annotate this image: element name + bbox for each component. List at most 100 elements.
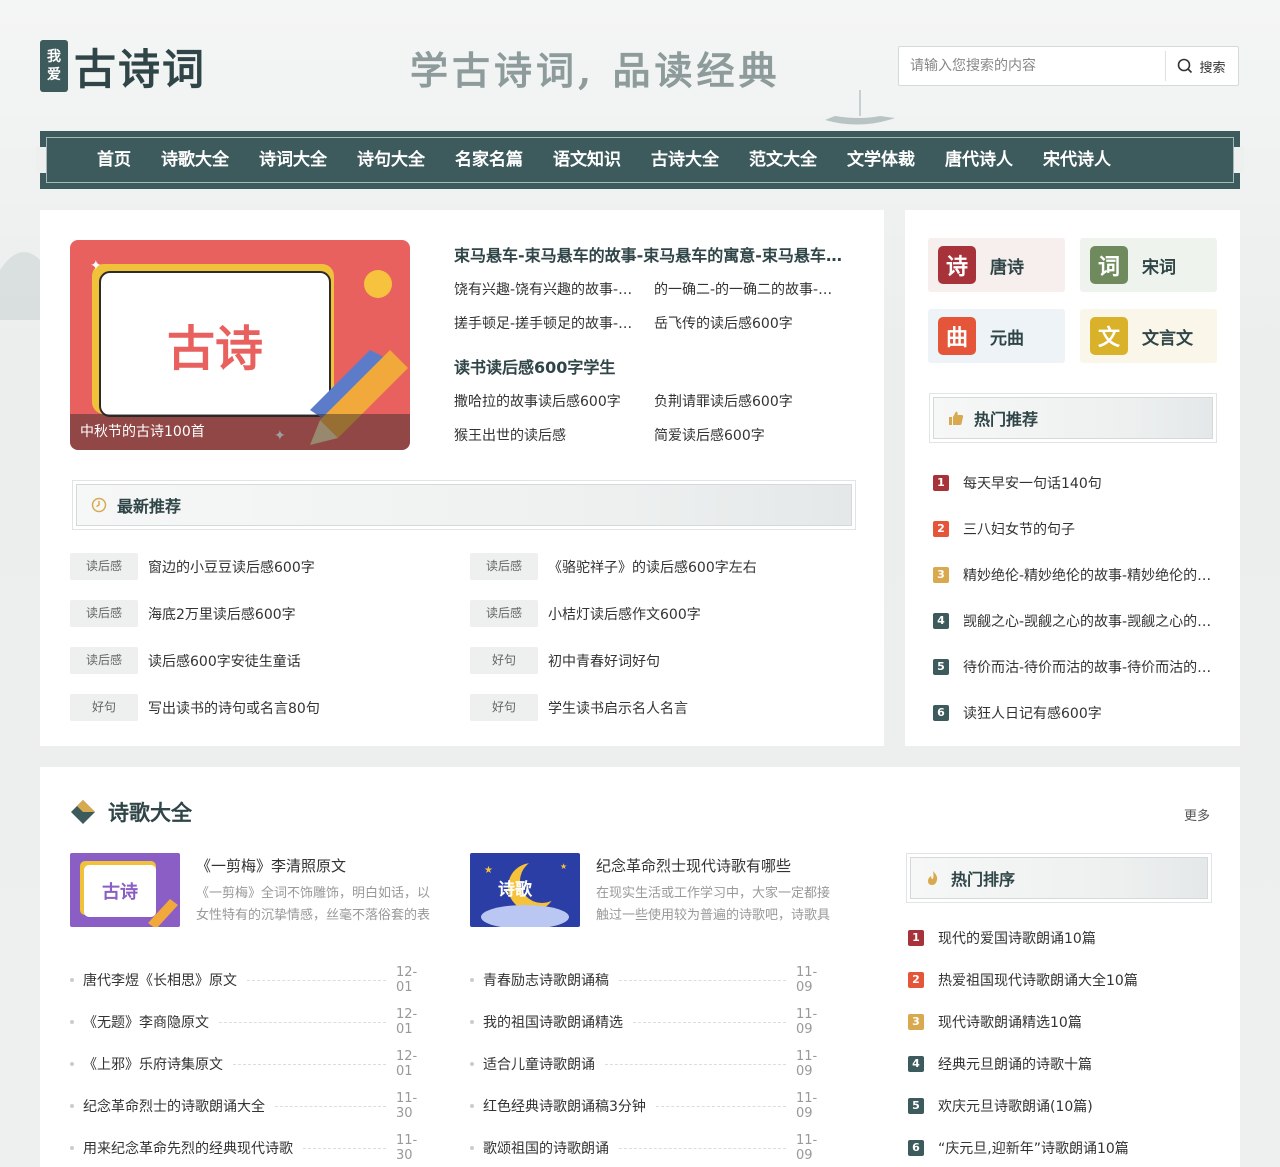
list-item[interactable]: 适合儿童诗歌朗诵 11-09 [470,1043,832,1085]
rank-item[interactable]: 2 热爱祖国现代诗歌朗诵大全10篇 [908,959,1208,1001]
latest-item[interactable]: 读后感 《骆驼祥子》的读后感600字左右 [470,553,870,580]
latest-tag[interactable]: 读后感 [470,600,538,627]
poetry-card-title[interactable]: 《一剪梅》李清照原文 [196,855,346,876]
latest-tag[interactable]: 读后感 [70,647,138,674]
nav-item-ancient[interactable]: 古诗大全 [651,131,749,189]
hot-link[interactable]: 三八妇女节的句子 [963,519,1075,539]
rank-item[interactable]: 6 “庆元旦,迎新年”诗歌朗诵10篇 [908,1127,1208,1167]
rank-item[interactable]: 5 欢庆元旦诗歌朗诵(10篇) [908,1085,1208,1127]
hot-item[interactable]: 4 觊觎之心-觊觎之心的故事-觊觎之心的寓意 [933,598,1213,644]
list-link[interactable]: 唐代李煜《长相思》原文 [83,970,237,990]
nav-item-poetry[interactable]: 诗歌大全 [161,131,259,189]
category-tang[interactable]: 诗 唐诗 [928,238,1065,292]
rank-item[interactable]: 4 经典元旦朗诵的诗歌十篇 [908,1043,1208,1085]
latest-item[interactable]: 读后感 读后感600字安徒生童话 [70,647,470,674]
latest-tag[interactable]: 读后感 [70,600,138,627]
nav-item-verses[interactable]: 诗句大全 [357,131,455,189]
hot-link[interactable]: 读狂人日记有感600字 [963,703,1102,723]
featured-caption[interactable]: 中秋节的古诗100首 [70,414,410,450]
list-item[interactable]: 歌颂祖国的诗歌朗诵 11-09 [470,1127,832,1167]
list-item[interactable]: 我的祖国诗歌朗诵精选 11-09 [470,1001,832,1043]
poetry-more-link[interactable]: 更多 [1184,805,1210,824]
latest-link[interactable]: 初中青春好词好句 [548,651,660,671]
hot-item[interactable]: 5 待价而沽-待价而沽的故事-待价而沽的寓意 [933,644,1213,690]
latest-tag[interactable]: 读后感 [470,553,538,580]
category-classical[interactable]: 文 文言文 [1080,309,1217,363]
list-link[interactable]: 纪念革命烈士的诗歌朗诵大全 [83,1096,265,1116]
featured-link[interactable]: 饶有兴趣-饶有兴趣的故事-饶有兴趣的寓意 [454,279,654,299]
rank-link[interactable]: 经典元旦朗诵的诗歌十篇 [938,1054,1092,1074]
featured-link[interactable]: 搓手顿足-搓手顿足的故事-搓手顿足的寓意 [454,313,654,333]
nav-item-chinese[interactable]: 语文知识 [553,131,651,189]
latest-item[interactable]: 好句 初中青春好词好句 [470,647,870,674]
nav-item-masters[interactable]: 名家名篇 [455,131,553,189]
featured-link[interactable]: 简爱读后感600字 [654,425,854,445]
poetry-card-thumbnail[interactable]: 古诗 [70,853,180,927]
latest-tag[interactable]: 读后感 [70,553,138,580]
rank-link[interactable]: 现代的爱国诗歌朗诵10篇 [938,928,1096,948]
list-item[interactable]: 唐代李煜《长相思》原文 12-01 [70,959,432,1001]
nav-item-home[interactable]: 首页 [97,131,161,189]
list-link[interactable]: 《无题》李商隐原文 [83,1012,209,1032]
latest-item[interactable]: 好句 学生读书启示名人名言 [470,694,870,721]
hot-item[interactable]: 3 精妙绝伦-精妙绝伦的故事-精妙绝伦的寓意 [933,552,1213,598]
latest-item[interactable]: 读后感 海底2万里读后感600字 [70,600,470,627]
rank-link[interactable]: 热爱祖国现代诗歌朗诵大全10篇 [938,970,1138,990]
list-link[interactable]: 青春励志诗歌朗诵稿 [483,970,609,990]
search-input[interactable] [899,47,1165,85]
latest-item[interactable]: 读后感 小桔灯读后感作文600字 [470,600,870,627]
hot-link[interactable]: 每天早安一句话140句 [963,473,1102,493]
list-item[interactable]: 《上邪》乐府诗集原文 12-01 [70,1043,432,1085]
list-item[interactable]: 用来纪念革命先烈的经典现代诗歌 11-30 [70,1127,432,1167]
rank-link[interactable]: “庆元旦,迎新年”诗歌朗诵10篇 [938,1138,1129,1158]
list-item[interactable]: 纪念革命烈士的诗歌朗诵大全 11-30 [70,1085,432,1127]
list-link[interactable]: 《上邪》乐府诗集原文 [83,1054,223,1074]
latest-item[interactable]: 好句 写出读书的诗句或名言80句 [70,694,470,721]
latest-link[interactable]: 小桔灯读后感作文600字 [548,604,701,624]
nav-item-genres[interactable]: 文学体裁 [847,131,945,189]
hot-item[interactable]: 2 三八妇女节的句子 [933,506,1213,552]
latest-link[interactable]: 窗边的小豆豆读后感600字 [148,557,315,577]
latest-tag[interactable]: 好句 [70,694,138,721]
poetry-card-title[interactable]: 纪念革命烈士现代诗歌有哪些 [596,855,791,876]
nav-item-tang-poets[interactable]: 唐代诗人 [945,131,1043,189]
featured-link[interactable]: 撒哈拉的故事读后感600字 [454,391,654,411]
latest-link[interactable]: 写出读书的诗句或名言80句 [148,698,320,718]
list-item[interactable]: 《无题》李商隐原文 12-01 [70,1001,432,1043]
rank-item[interactable]: 1 现代的爱国诗歌朗诵10篇 [908,917,1208,959]
featured-link[interactable]: 负荆请罪读后感600字 [654,391,854,411]
latest-link[interactable]: 读后感600字安徒生童话 [148,651,301,671]
featured-link[interactable]: 的一确二-的一确二的故事-的一确二的寓意 [654,279,854,299]
nav-item-essays[interactable]: 范文大全 [749,131,847,189]
list-link[interactable]: 我的祖国诗歌朗诵精选 [483,1012,623,1032]
site-logo[interactable]: 我 爱 古诗词 [40,40,206,94]
list-item[interactable]: 青春励志诗歌朗诵稿 11-09 [470,959,832,1001]
category-song[interactable]: 词 宋词 [1080,238,1217,292]
list-link[interactable]: 适合儿童诗歌朗诵 [483,1054,595,1074]
list-link[interactable]: 歌颂祖国的诗歌朗诵 [483,1138,609,1158]
hot-link[interactable]: 觊觎之心-觊觎之心的故事-觊觎之心的寓意 [963,611,1213,631]
featured-title-2[interactable]: 读书读后感600字学生 [454,354,854,380]
rank-item[interactable]: 3 现代诗歌朗诵精选10篇 [908,1001,1208,1043]
nav-item-song-poets[interactable]: 宋代诗人 [1043,131,1141,189]
hot-link[interactable]: 待价而沽-待价而沽的故事-待价而沽的寓意 [963,657,1213,677]
rank-link[interactable]: 现代诗歌朗诵精选10篇 [938,1012,1082,1032]
search-button[interactable]: 搜索 [1165,51,1237,81]
latest-link[interactable]: 《骆驼祥子》的读后感600字左右 [548,557,757,577]
featured-link[interactable]: 岳飞传的读后感600字 [654,313,854,333]
list-item[interactable]: 红色经典诗歌朗诵稿3分钟 11-09 [470,1085,832,1127]
hot-item[interactable]: 6 读狂人日记有感600字 [933,690,1213,736]
latest-link[interactable]: 学生读书启示名人名言 [548,698,688,718]
featured-link[interactable]: 猴王出世的读后感 [454,425,654,445]
featured-image[interactable]: ✦ ✦ 古诗 中秋节的古诗100首 [70,240,410,450]
hot-link[interactable]: 精妙绝伦-精妙绝伦的故事-精妙绝伦的寓意 [963,565,1213,585]
latest-tag[interactable]: 好句 [470,647,538,674]
category-yuan[interactable]: 曲 元曲 [928,309,1065,363]
hot-item[interactable]: 1 每天早安一句话140句 [933,460,1213,506]
poetry-card[interactable]: ★ ★ 诗歌 纪念革命烈士现代诗歌有哪些 在现实生活或工作学习中，大家一定都接触… [470,853,850,929]
poetry-card[interactable]: 古诗 《一剪梅》李清照原文 《一剪梅》全词不饰雕饰，明白如话，以女性特有的沉挚情… [70,853,450,929]
nav-item-ci[interactable]: 诗词大全 [259,131,357,189]
rank-link[interactable]: 欢庆元旦诗歌朗诵(10篇) [938,1096,1093,1116]
list-link[interactable]: 用来纪念革命先烈的经典现代诗歌 [83,1138,293,1158]
list-link[interactable]: 红色经典诗歌朗诵稿3分钟 [483,1096,646,1116]
